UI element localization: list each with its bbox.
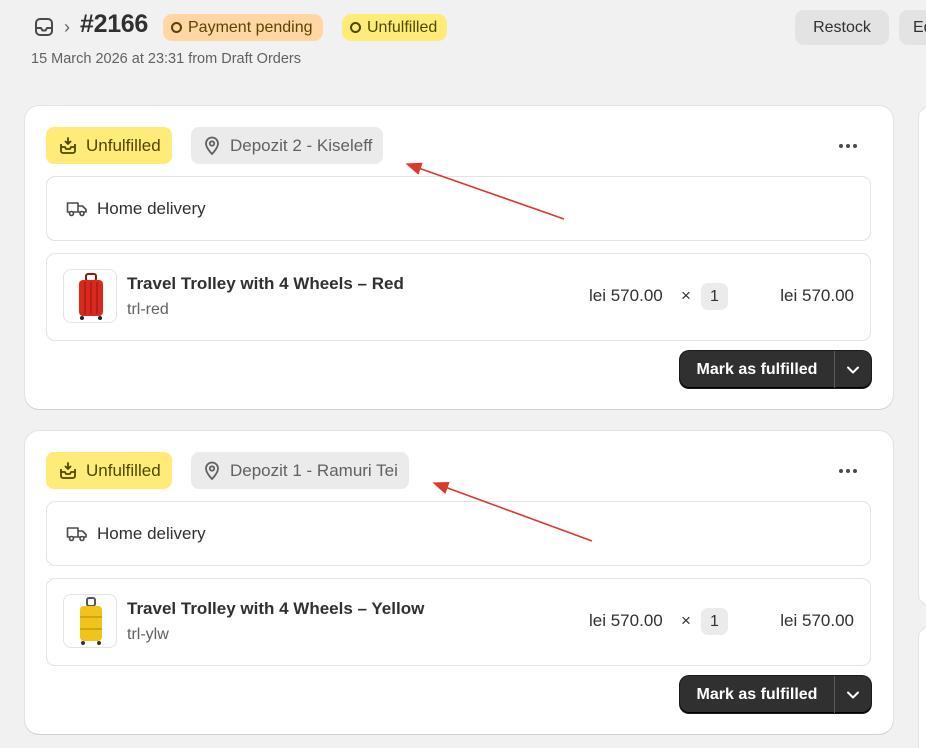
chevron-down-icon (847, 691, 859, 698)
payment-status-badge: Payment pending (163, 14, 323, 41)
unfulfilled-label: Unfulfilled (86, 460, 161, 480)
page-title: #2166 (80, 10, 149, 38)
mark-as-fulfilled-button[interactable]: Mark as fulfilled (680, 676, 835, 713)
fulfillment-card: Unfulfilled Depozit 1 - Ramuri Tei Home … (25, 431, 893, 734)
dot (846, 469, 850, 473)
mark-as-fulfilled-button[interactable]: Mark as fulfilled (680, 351, 835, 388)
product-thumbnail[interactable] (63, 269, 117, 323)
unfulfilled-circle-icon (350, 22, 361, 33)
fulfillment-status-badge: Unfulfilled (342, 14, 448, 41)
delivery-truck-icon (66, 527, 87, 542)
unit-price: lei 570.00 (589, 286, 663, 305)
delivery-truck-icon (66, 202, 87, 217)
quantity-badge: 1 (701, 283, 728, 310)
fulfill-options-dropdown[interactable] (835, 351, 871, 388)
line-total: lei 570.00 (780, 286, 854, 305)
unfulfilled-badge: Unfulfilled (46, 127, 172, 164)
restock-button[interactable]: Restock (795, 10, 889, 45)
orders-icon[interactable] (33, 16, 55, 38)
delivery-method-row: Home delivery (46, 176, 871, 241)
multiply-sign: × (681, 611, 691, 630)
sidebar-card (918, 106, 926, 606)
location-pin-icon (205, 136, 219, 155)
unfulfilled-badge: Unfulfilled (46, 452, 172, 489)
product-sku: trl-red (127, 301, 169, 318)
page-header: › #2166 Payment pending Unfulfilled 15 M… (0, 0, 926, 90)
line-total: lei 570.00 (780, 611, 854, 630)
dot (853, 469, 857, 473)
location-badge: Depozit 2 - Kiseleff (191, 127, 384, 164)
dot (853, 144, 857, 148)
unfulfilled-label: Unfulfilled (86, 135, 161, 155)
suitcase-red-icon (79, 273, 103, 320)
suitcase-yellow-icon (80, 597, 102, 645)
fulfill-button-group: Mark as fulfilled (680, 676, 871, 713)
chevron-down-icon (847, 366, 859, 373)
unit-price: lei 570.00 (589, 611, 663, 630)
product-sku: trl-ylw (127, 626, 169, 643)
unfulfilled-box-icon (60, 136, 76, 154)
more-actions-button[interactable] (835, 134, 861, 158)
location-label: Depozit 2 - Kiseleff (230, 135, 373, 155)
line-item: Travel Trolley with 4 Wheels – Yellow tr… (46, 578, 871, 666)
multiply-sign: × (681, 286, 691, 305)
order-date-source: 15 March 2026 at 23:31 from Draft Orders (31, 51, 301, 67)
dot (839, 469, 843, 473)
line-item: Travel Trolley with 4 Wheels – Red trl-r… (46, 253, 871, 341)
delivery-method-row: Home delivery (46, 501, 871, 566)
fulfill-button-group: Mark as fulfilled (680, 351, 871, 388)
dot (839, 144, 843, 148)
more-actions-button[interactable] (835, 459, 861, 483)
product-title[interactable]: Travel Trolley with 4 Wheels – Red (127, 274, 404, 294)
edit-button[interactable]: Edit (899, 10, 926, 45)
fulfillment-card: Unfulfilled Depozit 2 - Kiseleff Home de… (25, 106, 893, 409)
sidebar-card (918, 626, 926, 748)
product-thumbnail[interactable] (63, 594, 117, 648)
delivery-method-label: Home delivery (97, 199, 206, 218)
breadcrumb-chevron-icon: › (64, 17, 70, 37)
fulfill-options-dropdown[interactable] (835, 676, 871, 713)
delivery-method-label: Home delivery (97, 524, 206, 543)
payment-status-label: Payment pending (188, 19, 313, 36)
dot (846, 144, 850, 148)
quantity-badge: 1 (701, 608, 728, 635)
fulfillment-status-label: Unfulfilled (367, 19, 438, 36)
location-label: Depozit 1 - Ramuri Tei (230, 460, 398, 480)
product-title[interactable]: Travel Trolley with 4 Wheels – Yellow (127, 599, 424, 619)
location-pin-icon (205, 461, 219, 480)
pending-circle-icon (171, 22, 182, 33)
unfulfilled-box-icon (60, 461, 76, 479)
location-badge: Depozit 1 - Ramuri Tei (191, 452, 409, 489)
